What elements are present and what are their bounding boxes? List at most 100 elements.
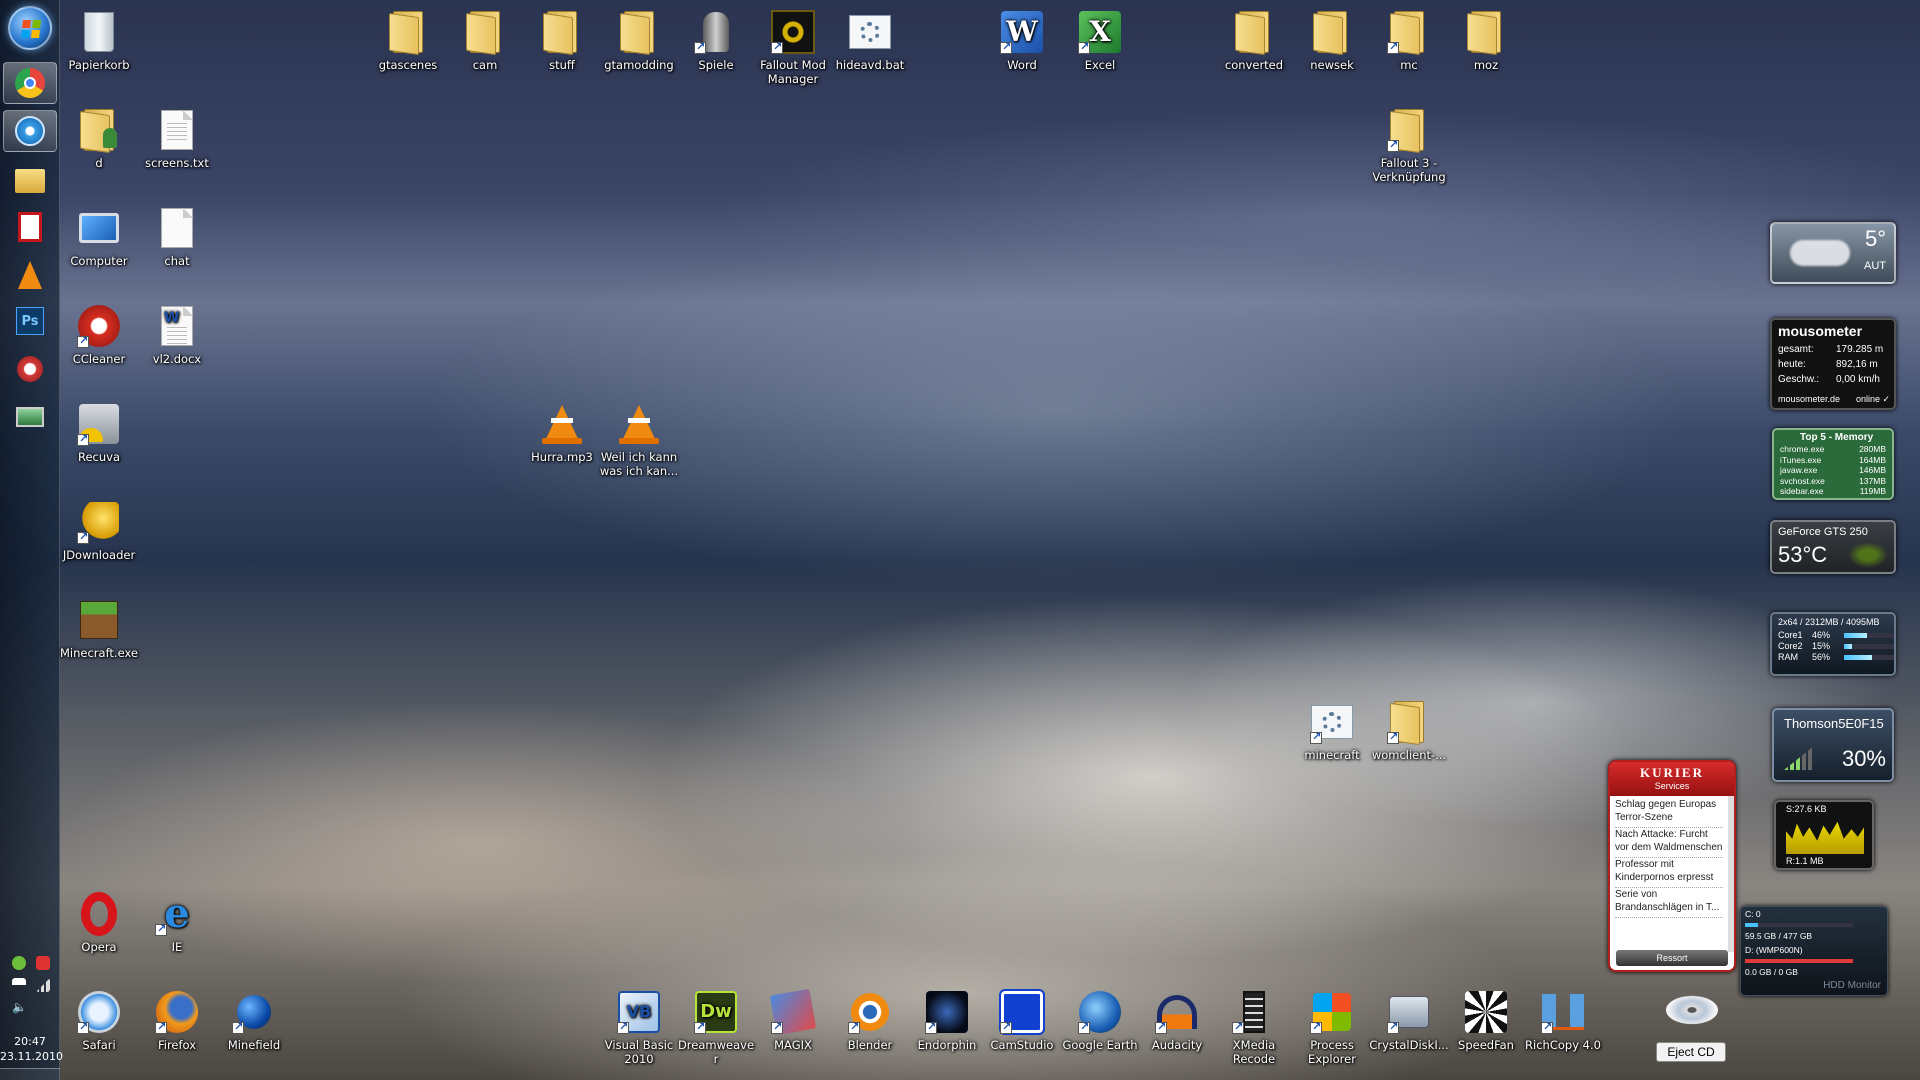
- desktop-icon-xmedia-recode[interactable]: XMedia Recode: [1217, 988, 1291, 1066]
- taskbar-snipping-tool[interactable]: [3, 348, 57, 390]
- desktop-icon-vl2-docx[interactable]: W vl2.docx: [140, 302, 214, 366]
- desktop-icon-screens-txt[interactable]: screens.txt: [140, 106, 214, 170]
- desktop-icon-safari[interactable]: Safari: [62, 988, 136, 1052]
- desktop-icon-word[interactable]: W Word: [985, 8, 1059, 72]
- desktop-icon-label: stuff: [549, 58, 575, 72]
- desktop-icon-spiele[interactable]: Spiele: [679, 8, 753, 72]
- news-item[interactable]: Schlag gegen Europas Terror-Szene: [1615, 798, 1723, 828]
- desktop-icon-opera[interactable]: Opera: [62, 890, 136, 954]
- desktop-icon-label: Spiele: [698, 58, 734, 72]
- user-avatar-icon: [103, 128, 117, 148]
- desktop-icon-fallout-3-shortcut[interactable]: Fallout 3 - Verknüpfung: [1372, 106, 1446, 184]
- taskbar-chrome[interactable]: [3, 62, 57, 104]
- desktop-icon-moz[interactable]: moz: [1449, 8, 1523, 72]
- desktop-icon-audacity[interactable]: Audacity: [1140, 988, 1214, 1052]
- desktop-icon-stuff[interactable]: stuff: [525, 8, 599, 72]
- desktop-icon-richcopy[interactable]: RichCopy 4.0: [1525, 988, 1601, 1052]
- folder-icon: [620, 11, 658, 56]
- shortcut-arrow-icon: [1078, 1020, 1090, 1034]
- action-center-flag-icon[interactable]: [12, 978, 26, 992]
- mousometer-title: mousometer: [1778, 323, 1863, 339]
- chess-piece-icon: [703, 12, 729, 52]
- taskbar-acrobat[interactable]: [3, 206, 57, 248]
- top5-memory-gadget[interactable]: Top 5 - Memory chrome.exe 280MB iTunes.ex…: [1772, 428, 1894, 500]
- desktop-icon-label: d: [95, 156, 103, 170]
- volume-icon[interactable]: 🔈: [12, 1000, 27, 1014]
- taskbar-photoshop[interactable]: Ps: [3, 300, 57, 342]
- desktop-icon-visual-basic-2010[interactable]: VB Visual Basic 2010: [602, 988, 676, 1066]
- desktop-icon-firefox[interactable]: Firefox: [140, 988, 214, 1052]
- desktop-icon-recuva[interactable]: Recuva: [62, 400, 136, 464]
- desktop-icon-cam[interactable]: cam: [448, 8, 522, 72]
- show-desktop-button[interactable]: [0, 1068, 60, 1080]
- shortcut-arrow-icon: [694, 40, 706, 54]
- desktop-icon-newsek[interactable]: newsek: [1295, 8, 1369, 72]
- desktop-icon-minecraft-exe[interactable]: Minecraft.exe: [60, 596, 138, 660]
- desktop-icon-label: Fallout 3 - Verknüpfung: [1372, 156, 1446, 184]
- network-traffic-graph: [1786, 821, 1864, 854]
- gpu-temperature-gadget[interactable]: GeForce GTS 250 53°C: [1770, 520, 1896, 574]
- desktop-icon-jdownloader[interactable]: JDownloader: [62, 498, 136, 562]
- news-item[interactable]: Serie von Brandanschlägen in T...: [1615, 888, 1723, 918]
- eject-cd-button[interactable]: Eject CD: [1656, 1042, 1726, 1062]
- weather-gadget[interactable]: 5° AUT: [1770, 222, 1896, 284]
- desktop-icon-gtascenes[interactable]: gtascenes: [371, 8, 445, 72]
- desktop-icon-gtamodding[interactable]: gtamodding: [602, 8, 676, 72]
- shortcut-arrow-icon: [848, 1020, 860, 1034]
- start-button[interactable]: [8, 6, 52, 50]
- desktop-icon-converted[interactable]: converted: [1217, 8, 1291, 72]
- news-item[interactable]: Professor mit Kinderpornos erpresst: [1615, 858, 1723, 888]
- desktop-icon-fallout-mod-manager[interactable]: Fallout Mod Manager: [756, 8, 830, 86]
- network-signal-icon[interactable]: [36, 978, 50, 992]
- tray-antivirus-icon[interactable]: [36, 956, 50, 970]
- desktop-icon-recycle-bin[interactable]: Papierkorb: [62, 8, 136, 72]
- desktop-icon-computer[interactable]: Computer: [62, 204, 136, 268]
- desktop-icon-process-explorer[interactable]: Process Explorer: [1295, 988, 1369, 1066]
- shortcut-arrow-icon: [1078, 40, 1090, 54]
- desktop-icon-camstudio[interactable]: CamStudio: [985, 988, 1059, 1052]
- hdd-monitor-gadget[interactable]: C: 0 59.5 GB / 477 GB D: (WMP600N) 0.0 G…: [1740, 906, 1888, 996]
- kurier-news-gadget[interactable]: KURIER Services Schlag gegen Europas Ter…: [1608, 760, 1736, 972]
- mousometer-row: Geschw.: 0,00 km/h: [1778, 374, 1880, 385]
- ressort-selector[interactable]: Ressort: [1616, 950, 1728, 966]
- mousometer-gadget[interactable]: mousometer gesamt: 179.285 m heute: 892,16…: [1770, 318, 1896, 410]
- desktop-icon-crystaldiskinfo[interactable]: CrystalDiskI...: [1369, 988, 1449, 1052]
- desktop-icon-womclient[interactable]: womclient-...: [1372, 698, 1446, 762]
- taskbar-vlc[interactable]: [3, 254, 57, 296]
- shortcut-arrow-icon: [1387, 1020, 1399, 1034]
- desktop-icon-minefield[interactable]: Minefield: [217, 988, 291, 1052]
- tray-app-icon[interactable]: [12, 956, 26, 970]
- desktop-icon-magix[interactable]: MAGIX: [756, 988, 830, 1052]
- shortcut-arrow-icon: [77, 334, 89, 348]
- news-list[interactable]: Schlag gegen Europas Terror-Szene Nach A…: [1610, 796, 1734, 952]
- news-item[interactable]: Nach Attacke: Furcht vor dem Waldmensche…: [1615, 828, 1723, 858]
- taskbar-monitor[interactable]: [3, 396, 57, 438]
- taskbar-explorer[interactable]: [3, 160, 57, 202]
- desktop-icon-chat[interactable]: chat: [140, 204, 214, 268]
- drive-d-label: D: (WMP600N): [1745, 945, 1803, 955]
- desktop-icon-mc[interactable]: mc: [1372, 8, 1446, 72]
- eject-cd-gadget[interactable]: Eject CD: [1644, 988, 1736, 1062]
- desktop-icon-speedfan[interactable]: SpeedFan: [1449, 988, 1523, 1052]
- taskbar-itunes[interactable]: [3, 110, 57, 152]
- desktop-icon-blender[interactable]: Blender: [833, 988, 907, 1052]
- desktop-icon-dreamweaver[interactable]: Dw Dreamweaver: [678, 988, 754, 1066]
- desktop-icon-hideavd-bat[interactable]: hideavd.bat: [833, 8, 907, 72]
- desktop-icon-minecraft[interactable]: minecraft: [1295, 698, 1369, 762]
- desktop-icon-weil-ich-kann[interactable]: Weil ich kann was ich kan...: [600, 400, 678, 478]
- desktop-icon-label: newsek: [1310, 58, 1354, 72]
- mousometer-site-link[interactable]: mousometer.de: [1778, 394, 1840, 404]
- desktop-icon-excel[interactable]: X Excel: [1063, 8, 1137, 72]
- wifi-gadget[interactable]: Thomson5E0F15 30%: [1772, 708, 1894, 782]
- desktop-icon-hurra-mp3[interactable]: Hurra.mp3: [525, 400, 599, 464]
- desktop-icon-label: CamStudio: [990, 1038, 1054, 1052]
- cpu-meter-gadget[interactable]: 2x64 / 2312MB / 4095MB Core1 46% Core2 15%…: [1770, 612, 1896, 676]
- taskbar-clock[interactable]: 20:47 23.11.2010: [0, 1034, 63, 1064]
- desktop-icon-d[interactable]: d: [62, 106, 136, 170]
- desktop-icon-endorphin[interactable]: Endorphin: [910, 988, 984, 1052]
- process-row: chrome.exe 280MB: [1780, 444, 1886, 454]
- desktop-icon-ie[interactable]: e IE: [140, 890, 214, 954]
- desktop-icon-google-earth[interactable]: Google Earth: [1062, 988, 1138, 1052]
- network-meter-gadget[interactable]: S:27.6 KB R:1.1 MB: [1774, 800, 1874, 870]
- desktop-icon-ccleaner[interactable]: CCleaner: [62, 302, 136, 366]
